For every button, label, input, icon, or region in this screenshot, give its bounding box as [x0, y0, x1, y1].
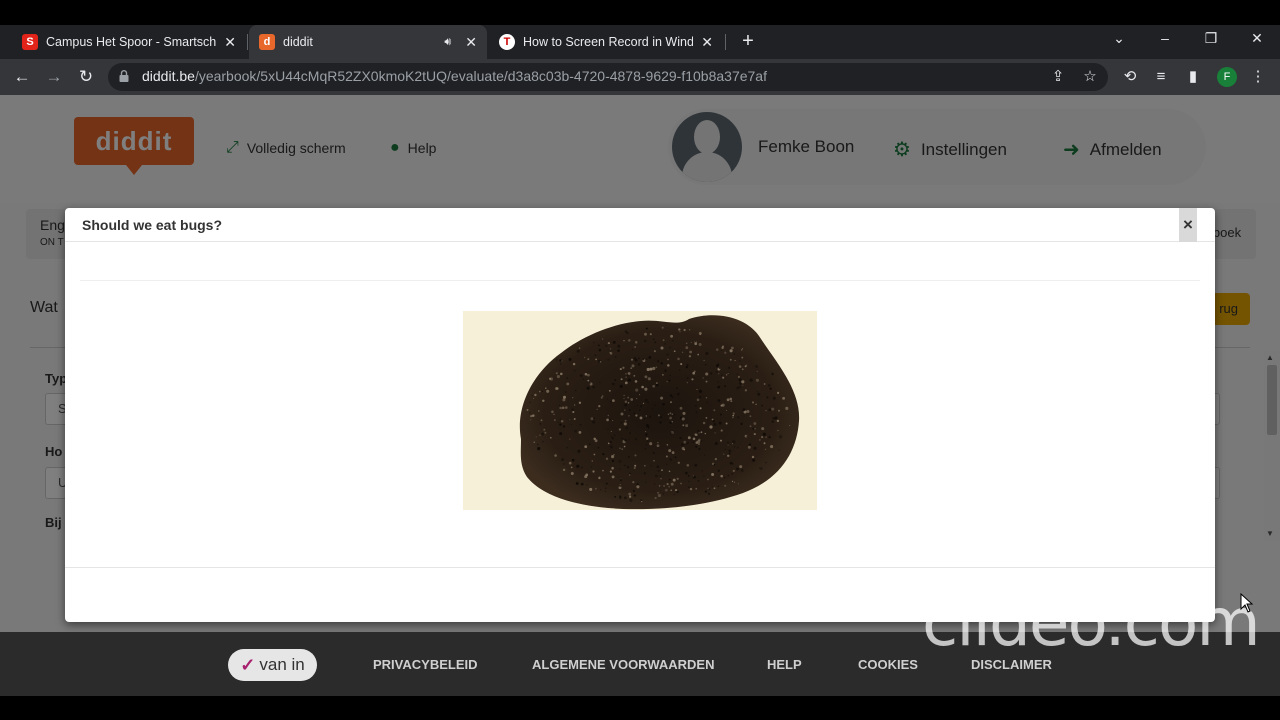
privacy-link[interactable]: PRIVACYBELEID — [373, 657, 478, 672]
letterbox-top — [0, 0, 1280, 25]
tab-divider — [247, 34, 248, 50]
restore-icon[interactable]: ❐ — [1201, 30, 1221, 47]
url-domain: diddit.be — [142, 68, 195, 84]
extension-icon[interactable]: ⟲ — [1120, 67, 1140, 87]
tab-search-icon[interactable]: ⌄ — [1109, 30, 1129, 47]
media-control-icon[interactable]: ≡ — [1151, 67, 1171, 87]
share-icon[interactable]: ⇪ — [1048, 67, 1068, 87]
terms-link[interactable]: ALGEMENE VOORWAARDEN — [532, 657, 715, 672]
close-window-icon[interactable]: ✕ — [1247, 30, 1267, 47]
bookmark-star-icon[interactable]: ☆ — [1080, 67, 1100, 87]
tab-smartschool[interactable]: S Campus Het Spoor - Smartschool ✕ — [12, 25, 246, 59]
close-icon[interactable]: ✕ — [224, 34, 236, 51]
url-text[interactable]: diddit.be/yearbook/5xU44cMqR52ZX0kmoK2tU… — [142, 68, 767, 84]
close-icon[interactable]: ✕ — [465, 34, 477, 51]
tab-screen-record[interactable]: T How to Screen Record in Windows ✕ — [489, 25, 723, 59]
forward-arrow-icon[interactable]: → — [43, 66, 65, 88]
side-panel-icon[interactable]: ▮ — [1183, 67, 1203, 87]
mouse-cursor-icon — [1240, 593, 1254, 613]
tab-title: How to Screen Record in Windows — [523, 35, 694, 49]
tab-divider — [725, 34, 726, 50]
reload-icon[interactable]: ↻ — [75, 66, 97, 88]
vanin-logo[interactable]: ✓ van in — [228, 649, 317, 681]
lock-icon — [119, 70, 129, 82]
modal-header: Should we eat bugs? × — [65, 208, 1215, 242]
minimize-icon[interactable]: – — [1155, 30, 1175, 46]
tutorial-site-icon: T — [499, 34, 515, 50]
clideo-watermark: clideo.com — [922, 584, 1261, 661]
tab-title: Campus Het Spoor - Smartschool — [46, 35, 217, 49]
menu-dots-icon[interactable]: ⋮ — [1248, 67, 1268, 87]
url-path: /yearbook/5xU44cMqR52ZX0kmoK2tUQ/evaluat… — [194, 68, 767, 84]
cookies-link[interactable]: COOKIES — [858, 657, 918, 672]
bugs-photo — [463, 311, 817, 510]
letterbox-bottom — [0, 696, 1280, 720]
tab-diddit[interactable]: d diddit 🔊︎ ✕ — [249, 25, 487, 59]
back-arrow-icon[interactable]: ← — [11, 66, 33, 88]
vanin-label: van in — [259, 655, 305, 674]
new-tab-button[interactable]: + — [737, 30, 759, 52]
smartschool-icon: S — [22, 34, 38, 50]
modal-title: Should we eat bugs? — [82, 217, 223, 233]
speaker-icon[interactable]: 🔊︎ — [444, 36, 451, 49]
close-icon[interactable]: ✕ — [701, 34, 713, 51]
modal-footer-divider — [65, 567, 1215, 568]
image-modal: Should we eat bugs? × — [65, 208, 1215, 622]
profile-avatar[interactable]: F — [1217, 67, 1237, 87]
tab-title: diddit — [283, 35, 313, 49]
help-footer-link[interactable]: HELP — [767, 657, 802, 672]
bug-pile-image — [519, 315, 800, 510]
diddit-icon: d — [259, 34, 275, 50]
close-button[interactable]: × — [1179, 208, 1197, 242]
modal-divider — [80, 280, 1200, 281]
checkmark-icon: ✓ — [240, 654, 256, 675]
